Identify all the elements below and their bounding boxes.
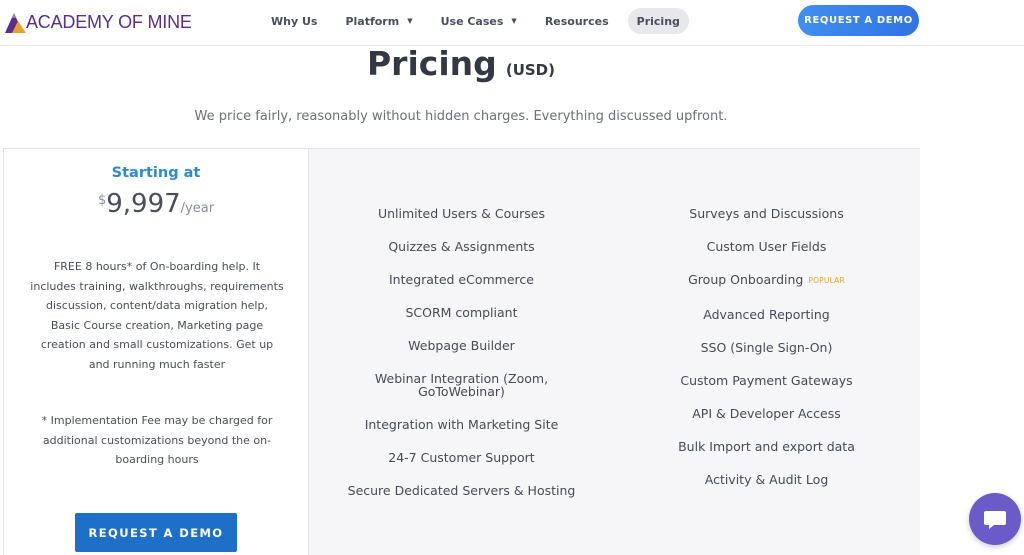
feature-item-label: Group Onboarding (688, 272, 804, 287)
feature-item: Activity & Audit Log (704, 472, 829, 487)
price-amount: 9,997 (106, 189, 181, 219)
feature-item: Surveys and Discussions (689, 206, 844, 221)
feature-item: Webinar Integration (Zoom, GoToWebinar) (374, 371, 549, 399)
feature-item: 24-7 Customer Support (388, 450, 535, 465)
nav-link-label: Why Us (271, 14, 318, 28)
nav-link-use-cases[interactable]: Use Cases ▼ (432, 8, 526, 34)
request-demo-nav-button[interactable]: REQUEST A DEMO (798, 5, 919, 36)
chat-launcher-button[interactable] (969, 493, 1021, 545)
feature-item: Advanced Reporting (703, 307, 830, 322)
feature-item: Custom Payment Gateways (680, 373, 853, 388)
nav-link-pricing[interactable]: Pricing (627, 8, 689, 34)
caret-down-icon: ▼ (407, 17, 413, 25)
nav-links: Why Us Platform ▼ Use Cases ▼ Resources … (262, 8, 689, 34)
nav-link-platform[interactable]: Platform ▼ (336, 8, 421, 34)
nav-link-why-us[interactable]: Why Us (262, 8, 326, 34)
feature-item: SCORM compliant (405, 305, 518, 320)
nav-link-label: Pricing (636, 14, 680, 28)
feature-item: Quizzes & Assignments (388, 239, 535, 254)
nav-link-label: Use Cases (440, 14, 504, 28)
chat-bubble-icon (984, 511, 1006, 529)
feature-item: Group Onboarding POPULAR (614, 273, 919, 287)
currency-symbol: $ (97, 193, 107, 208)
feature-item: SSO (Single Sign-On) (700, 340, 833, 355)
nav-link-label: Resources (544, 14, 609, 28)
caret-down-icon: ▼ (511, 17, 517, 25)
mountain-logo-icon (5, 13, 26, 33)
currency-label: (USD) (505, 61, 555, 79)
brand-name: ACADEMY OF MINE (26, 11, 192, 32)
price-period: /year (180, 201, 215, 216)
feature-item: API & Developer Access (692, 406, 841, 421)
feature-item: Secure Dedicated Servers & Hosting (347, 483, 576, 498)
feature-item: Bulk Import and export data (678, 439, 855, 454)
feature-item: Unlimited Users & Courses (377, 206, 546, 221)
plan-description: FREE 8 hours* of On-boarding help. It in… (30, 260, 284, 371)
feature-item: Integration with Marketing Site (364, 417, 559, 432)
popular-badge: POPULAR (808, 276, 845, 285)
page-subtitle: We price fairly, reasonably without hidd… (194, 109, 728, 124)
feature-item: Webpage Builder (408, 338, 515, 353)
page-title-text: Pricing (366, 44, 497, 83)
starting-at-label: Starting at (111, 165, 201, 181)
price: $9,997/year (4, 189, 308, 219)
features-panel: Unlimited Users & Courses Quizzes & Assi… (309, 148, 920, 555)
logo[interactable]: ACADEMY OF MINE (4, 9, 192, 35)
pricing-plan-card: Starting at $9,997/year FREE 8 hours* of… (3, 148, 309, 555)
implementation-footnote: * Implementation Fee may be charged for … (41, 414, 273, 466)
feature-item: Integrated eCommerce (389, 272, 534, 287)
nav-link-resources[interactable]: Resources (536, 8, 618, 34)
request-demo-button[interactable]: REQUEST A DEMO (75, 513, 237, 552)
nav-link-label: Platform (345, 14, 400, 28)
feature-item: Custom User Fields (706, 239, 827, 254)
top-navigation: ACADEMY OF MINE Why Us Platform ▼ Use Ca… (0, 0, 1024, 46)
page-title: Pricing (USD) (0, 44, 922, 83)
